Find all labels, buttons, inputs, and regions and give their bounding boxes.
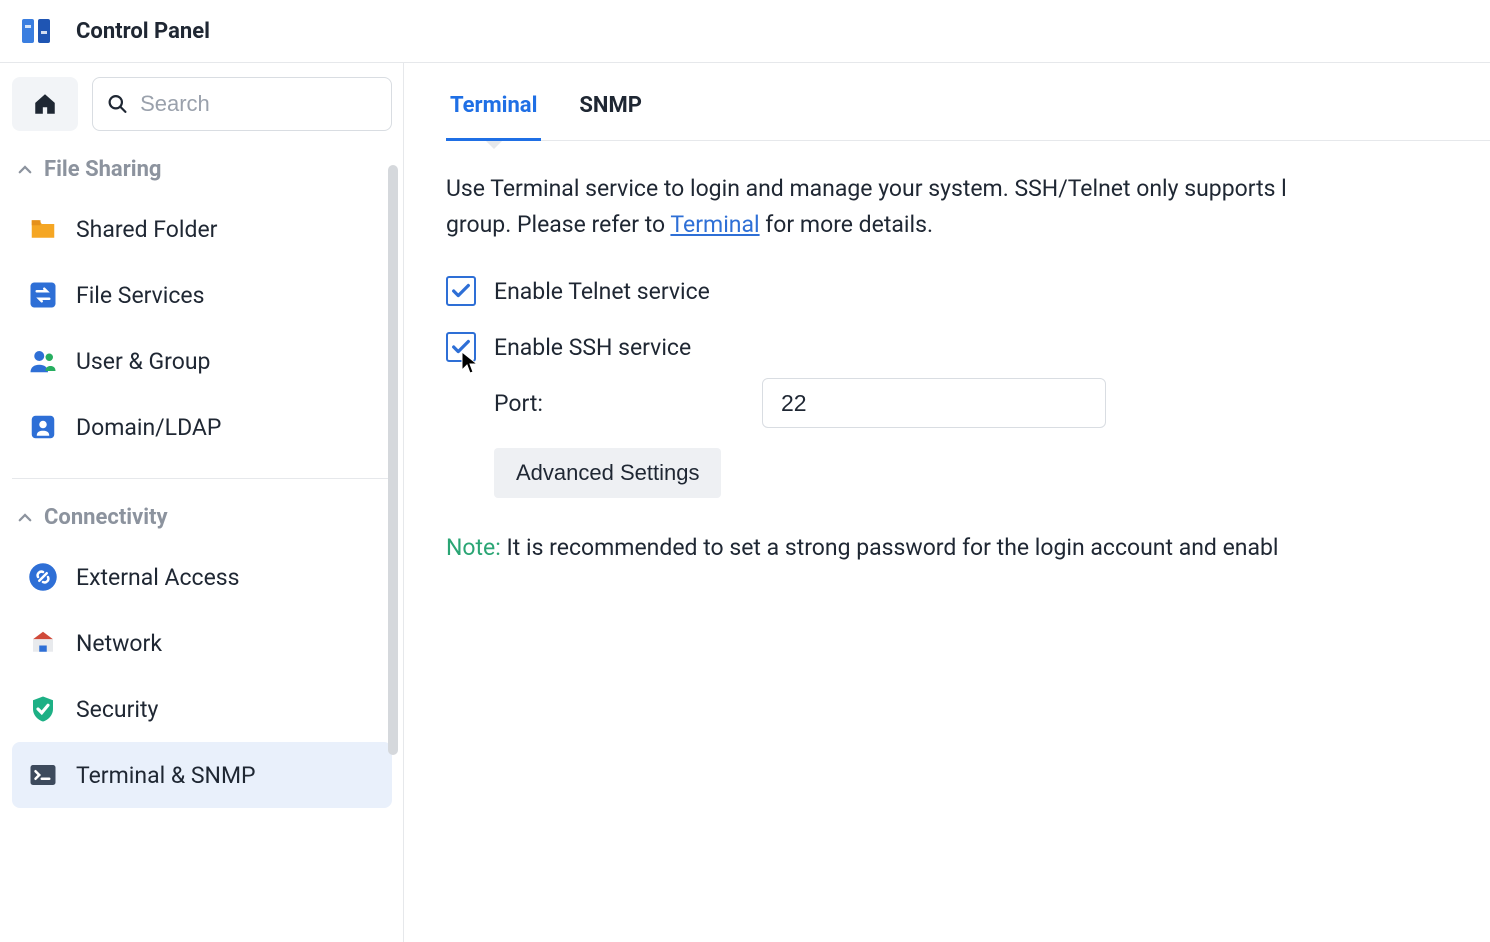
header: Control Panel [0, 0, 1490, 63]
window-title: Control Panel [76, 19, 210, 44]
sidebar-item-label: Terminal & SNMP [76, 762, 256, 789]
folder-icon [26, 212, 60, 246]
sidebar-item-external-access[interactable]: External Access [12, 544, 392, 610]
sidebar-item-label: Network [76, 630, 162, 657]
sidebar-item-shared-folder[interactable]: Shared Folder [12, 196, 392, 262]
desc-after: for more details. [760, 211, 933, 238]
search-input[interactable] [140, 91, 377, 117]
telnet-option: Enable Telnet service [446, 276, 1490, 306]
divider [403, 63, 404, 942]
sidebar: File Sharing Shared Folder File Services… [0, 63, 404, 942]
terminal-link[interactable]: Terminal [670, 211, 759, 238]
ssh-option: Enable SSH service [446, 332, 1490, 362]
sidebar-item-security[interactable]: Security [12, 676, 392, 742]
telnet-checkbox[interactable] [446, 276, 476, 306]
section-label: Connectivity [44, 505, 168, 530]
chevron-up-icon [16, 509, 34, 527]
advanced-settings-button[interactable]: Advanced Settings [494, 448, 721, 498]
section-label: File Sharing [44, 157, 162, 182]
description-text: Use Terminal service to login and manage… [446, 171, 1490, 242]
desc-line-1: Use Terminal service to login and manage… [446, 175, 1287, 202]
ssh-sub-settings: Port: Advanced Settings [446, 378, 1490, 534]
telnet-label: Enable Telnet service [494, 278, 710, 305]
home-icon [32, 91, 58, 117]
divider [12, 478, 392, 479]
sidebar-item-label: External Access [76, 564, 240, 591]
section-connectivity[interactable]: Connectivity [12, 505, 392, 544]
port-label: Port: [494, 390, 762, 417]
sidebar-item-domain-ldap[interactable]: Domain/LDAP [12, 394, 392, 460]
port-input[interactable] [762, 378, 1106, 428]
ssh-label: Enable SSH service [494, 334, 691, 361]
check-icon [450, 280, 472, 302]
scrollbar[interactable] [388, 165, 398, 755]
control-panel-icon [20, 15, 52, 47]
terminal-icon [26, 758, 60, 792]
desc-line-2: group. Please refer to [446, 211, 670, 238]
tab-terminal[interactable]: Terminal [450, 93, 537, 140]
main-content: Terminal SNMP Use Terminal service to lo… [404, 63, 1490, 942]
tab-snmp[interactable]: SNMP [579, 93, 642, 140]
link-icon [26, 560, 60, 594]
home-button[interactable] [12, 77, 78, 131]
ssh-checkbox[interactable] [446, 332, 476, 362]
contact-icon [26, 410, 60, 444]
sidebar-item-label: User & Group [76, 348, 210, 375]
chevron-up-icon [16, 161, 34, 179]
network-icon [26, 626, 60, 660]
sidebar-item-network[interactable]: Network [12, 610, 392, 676]
sidebar-item-terminal-snmp[interactable]: Terminal & SNMP [12, 742, 392, 808]
transfer-icon [26, 278, 60, 312]
tab-bar: Terminal SNMP [446, 93, 1490, 141]
sidebar-item-user-group[interactable]: User & Group [12, 328, 392, 394]
sidebar-item-label: Shared Folder [76, 216, 217, 243]
note-label: Note: [446, 534, 501, 561]
note-text: Note: It is recommended to set a strong … [446, 534, 1490, 561]
sidebar-item-label: Domain/LDAP [76, 414, 221, 441]
check-icon [450, 336, 472, 358]
search-icon [107, 92, 128, 116]
note-body: It is recommended to set a strong passwo… [501, 534, 1279, 561]
section-file-sharing[interactable]: File Sharing [12, 157, 392, 196]
sidebar-item-label: Security [76, 696, 158, 723]
users-icon [26, 344, 60, 378]
sidebar-item-label: File Services [76, 282, 205, 309]
shield-icon [26, 692, 60, 726]
search-field[interactable] [92, 77, 392, 131]
sidebar-item-file-services[interactable]: File Services [12, 262, 392, 328]
